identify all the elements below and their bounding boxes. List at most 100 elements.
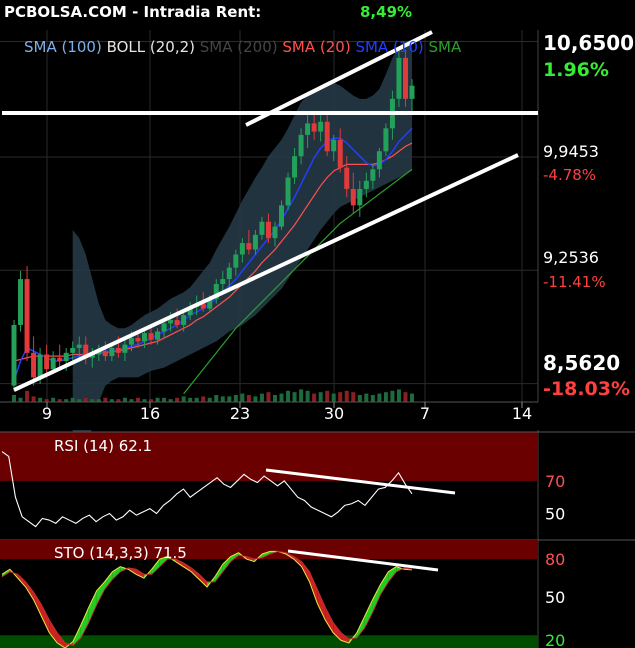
sto-level-label: 50 bbox=[545, 588, 565, 607]
price-tick-label: 10,6500 bbox=[543, 31, 634, 55]
candle-body bbox=[285, 177, 291, 206]
candle-body bbox=[272, 226, 278, 239]
candle-body bbox=[174, 320, 180, 325]
volume-bar bbox=[194, 397, 199, 402]
volume-bar bbox=[233, 395, 238, 402]
rent-label: Rent: bbox=[215, 3, 262, 21]
candle-body bbox=[70, 347, 76, 353]
volume-bar bbox=[246, 395, 251, 402]
volume-bar bbox=[377, 393, 382, 402]
candle-body bbox=[396, 57, 402, 99]
volume-bar bbox=[207, 397, 212, 402]
indicator-legend: SMA (100) BOLL (20,2) SMA (200) SMA (20)… bbox=[24, 38, 462, 56]
candle-body bbox=[298, 134, 304, 157]
separator: - bbox=[132, 3, 139, 21]
volume-bar bbox=[357, 395, 362, 402]
volume-bar bbox=[12, 395, 16, 402]
date-tick-label: 30 bbox=[324, 404, 344, 423]
volume-bar bbox=[305, 390, 310, 402]
volume-bar bbox=[122, 397, 127, 402]
candle-body bbox=[115, 347, 121, 353]
volume-bar bbox=[390, 390, 395, 402]
candle-body bbox=[57, 357, 63, 362]
pct-tick-label: -4.78% bbox=[543, 166, 596, 184]
candle-body bbox=[402, 57, 408, 99]
candle-body bbox=[226, 267, 232, 280]
candle-body bbox=[128, 338, 134, 345]
legend-item-4: SMA (10) bbox=[351, 38, 424, 56]
candle-body bbox=[168, 320, 174, 324]
volume-bar bbox=[410, 393, 414, 402]
volume-bar bbox=[396, 389, 401, 402]
volume-bar bbox=[201, 396, 206, 402]
candle-body bbox=[220, 279, 226, 285]
candle-body bbox=[409, 85, 415, 99]
candle-body bbox=[18, 279, 24, 325]
volume-bar bbox=[38, 397, 43, 402]
candle-body bbox=[63, 352, 69, 362]
stock-chart: 10,6500 1.96% 9,9453 -4.78% 9,2536 -11.41% 8,5… bbox=[0, 0, 635, 648]
candle-body bbox=[259, 221, 265, 235]
volume-bar bbox=[351, 392, 356, 402]
candle-body bbox=[383, 128, 389, 152]
candle-body bbox=[76, 344, 82, 348]
candle-body bbox=[161, 323, 167, 332]
volume-bar bbox=[70, 397, 75, 402]
volume-bar bbox=[25, 390, 30, 402]
volume-bar bbox=[279, 393, 284, 402]
volume-bar bbox=[312, 393, 317, 402]
candle-body bbox=[233, 254, 239, 268]
ticker: PCBOLSA.COM bbox=[4, 3, 127, 21]
candle-body bbox=[24, 279, 30, 353]
header-title: PCBOLSA.COM - Intradia Rent: bbox=[4, 3, 261, 21]
candle-body bbox=[31, 352, 37, 378]
volume-bar bbox=[403, 392, 408, 402]
volume-bar bbox=[83, 397, 88, 402]
candle-body bbox=[311, 123, 317, 132]
pct-tick-label: 1.96% bbox=[543, 59, 609, 81]
candle-body bbox=[363, 180, 369, 189]
candle-body bbox=[44, 354, 50, 370]
candle-body bbox=[318, 121, 324, 132]
legend-item-0: SMA (100) bbox=[24, 38, 102, 56]
candle-body bbox=[50, 357, 56, 370]
mode: Intradia bbox=[143, 3, 211, 21]
volume-bar bbox=[383, 392, 388, 402]
candle-body bbox=[357, 188, 363, 206]
pct-tick-label: -18.03% bbox=[543, 378, 630, 400]
volume-bar bbox=[325, 390, 330, 402]
date-tick-label: 23 bbox=[230, 404, 250, 423]
volume-bar bbox=[318, 392, 323, 402]
legend-item-2: SMA (200) bbox=[195, 38, 278, 56]
legend-item-3: SMA (20) bbox=[278, 38, 351, 56]
legend-item-5: SMA bbox=[424, 38, 462, 56]
candle-body bbox=[155, 331, 161, 340]
candle-body bbox=[265, 221, 271, 239]
candle-body bbox=[148, 333, 154, 340]
candle-body bbox=[135, 338, 141, 342]
volume-bar bbox=[51, 397, 56, 402]
date-tick-label: 16 bbox=[140, 404, 160, 423]
candle-body bbox=[376, 151, 382, 170]
volume-bar bbox=[18, 397, 23, 402]
candle-body bbox=[350, 188, 356, 206]
candle-body bbox=[37, 354, 43, 378]
date-axis-bg bbox=[0, 402, 635, 430]
date-axis: 9 16 23 30 7 14 bbox=[0, 401, 635, 430]
volume-bar bbox=[181, 396, 186, 402]
legend-item-1: BOLL (20,2) bbox=[102, 38, 195, 56]
volume-bar bbox=[292, 392, 297, 402]
rsi-level-label: 50 bbox=[545, 505, 565, 524]
volume-bar bbox=[299, 389, 304, 402]
sto-level-label: 80 bbox=[545, 550, 565, 569]
candle-body bbox=[252, 234, 258, 250]
volume-bar bbox=[331, 393, 336, 402]
candle-body bbox=[141, 333, 147, 342]
sto-level-label: 20 bbox=[545, 631, 565, 648]
candle-body bbox=[11, 324, 17, 386]
volume-bar bbox=[227, 396, 232, 402]
volume-bar bbox=[344, 390, 349, 402]
volume-bar bbox=[31, 396, 36, 402]
candle-body bbox=[279, 205, 285, 227]
candle-body bbox=[102, 351, 108, 357]
